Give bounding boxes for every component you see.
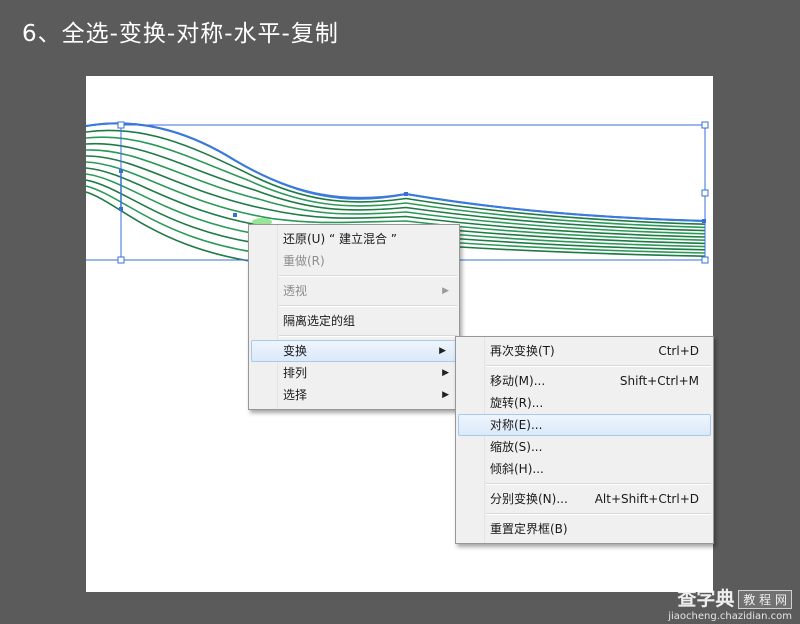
watermark-brand-text: 查字典 <box>677 588 735 610</box>
menu-item-label: 分别变换(N)... <box>490 492 568 506</box>
watermark-brand: 查字典教 程 网 <box>668 584 792 611</box>
menu-item-label: 旋转(R)... <box>490 396 544 410</box>
menu-item-label: 重做(R) <box>283 254 325 268</box>
menu-item-rotate[interactable]: 旋转(R)... <box>456 392 713 414</box>
menu-item-label: 移动(M)... <box>490 374 546 388</box>
menu-item-label: 选择 <box>283 388 308 402</box>
menu-item-shortcut: Shift+Ctrl+M <box>619 374 699 388</box>
handle-bottom-left[interactable] <box>117 256 125 264</box>
menu-item-reset-bounding-box[interactable]: 重置定界框(B) <box>456 518 713 540</box>
transform-submenu[interactable]: 再次变换(T) Ctrl+D 移动(M)... Shift+Ctrl+M 旋转(R)… <box>455 336 714 544</box>
blend-curve-line <box>86 129 706 225</box>
menu-item-arrange[interactable]: 排列 ▶ <box>249 362 459 384</box>
menu-item-label: 对称(E)... <box>490 418 543 432</box>
watermark-sub: 教 程 网 <box>738 590 792 609</box>
menu-separator <box>486 513 711 515</box>
menu-item-label: 排列 <box>283 366 308 380</box>
menu-item-label: 重置定界框(B) <box>490 522 568 536</box>
menu-item-perspective: 透视 ▶ <box>249 280 459 302</box>
menu-item-move[interactable]: 移动(M)... Shift+Ctrl+M <box>456 370 713 392</box>
menu-item-scale[interactable]: 缩放(S)... <box>456 436 713 458</box>
menu-separator <box>279 305 457 307</box>
site-watermark: 查字典教 程 网 jiaocheng.chazidian.com <box>668 584 792 622</box>
submenu-arrow-icon: ▶ <box>439 346 446 356</box>
menu-separator <box>279 275 457 277</box>
menu-item-label: 倾斜(H)... <box>490 462 544 476</box>
watermark-url: jiaocheng.chazidian.com <box>668 611 792 622</box>
menu-item-redo: 重做(R) <box>249 250 459 272</box>
menu-item-label: 再次变换(T) <box>490 344 555 358</box>
menu-item-shortcut: Alt+Shift+Ctrl+D <box>594 492 699 506</box>
submenu-arrow-icon: ▶ <box>442 390 449 400</box>
anchor-point <box>119 169 123 173</box>
menu-item-transform[interactable]: 变换 ▶ <box>251 340 457 362</box>
menu-item-label: 隔离选定的组 <box>283 314 356 328</box>
menu-item-label: 还原(U) “ 建立混合 ” <box>283 232 398 246</box>
submenu-arrow-icon: ▶ <box>442 286 449 296</box>
tutorial-step-title: 6、全选-变换-对称-水平-复制 <box>22 21 339 47</box>
menu-item-undo[interactable]: 还原(U) “ 建立混合 ” <box>249 228 459 250</box>
menu-item-select[interactable]: 选择 ▶ <box>249 384 459 406</box>
menu-separator <box>279 335 457 337</box>
menu-item-label: 变换 <box>283 344 308 358</box>
handle-right-middle[interactable] <box>701 189 709 197</box>
anchor-point <box>702 219 706 223</box>
handle-bottom-right[interactable] <box>701 256 709 264</box>
anchor-point <box>233 213 237 217</box>
menu-item-label: 缩放(S)... <box>490 440 543 454</box>
context-menu[interactable]: 还原(U) “ 建立混合 ” 重做(R) 透视 ▶ 隔离选定的组 变换 ▶ 排列 ▶ … <box>248 224 460 410</box>
menu-item-transform-again[interactable]: 再次变换(T) Ctrl+D <box>456 340 713 362</box>
menu-item-reflect[interactable]: 对称(E)... <box>458 414 711 436</box>
menu-item-transform-each[interactable]: 分别变换(N)... Alt+Shift+Ctrl+D <box>456 488 713 510</box>
anchor-point <box>404 192 408 196</box>
handle-top-right[interactable] <box>701 121 709 129</box>
submenu-arrow-icon: ▶ <box>442 368 449 378</box>
handle-top-left[interactable] <box>117 121 125 129</box>
menu-item-label: 透视 <box>283 284 308 298</box>
menu-item-shear[interactable]: 倾斜(H)... <box>456 458 713 480</box>
anchor-point <box>119 207 123 211</box>
menu-item-isolate-group[interactable]: 隔离选定的组 <box>249 310 459 332</box>
menu-item-shortcut: Ctrl+D <box>658 344 699 358</box>
menu-separator <box>486 483 711 485</box>
menu-separator <box>486 365 711 367</box>
